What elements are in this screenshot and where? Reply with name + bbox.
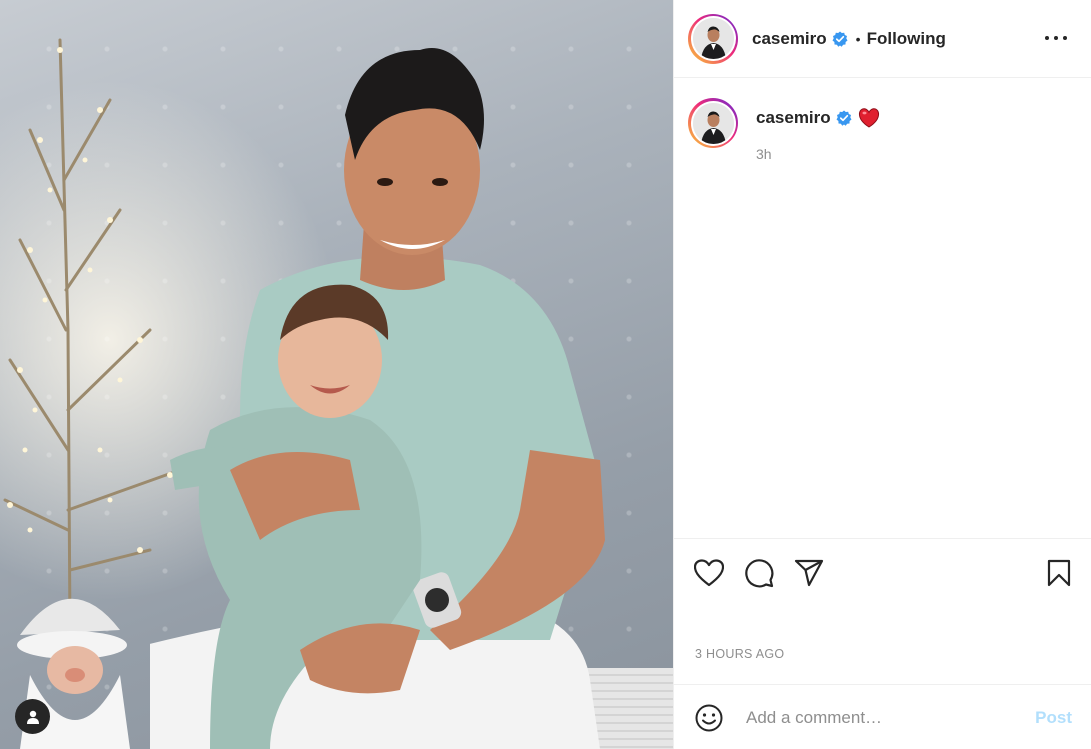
user-silhouette-icon bbox=[26, 710, 39, 724]
post-photo[interactable] bbox=[0, 0, 673, 749]
author-avatar-ring[interactable] bbox=[688, 13, 738, 64]
verified-badge-icon bbox=[836, 110, 852, 126]
verified-badge-icon bbox=[832, 31, 848, 47]
caption-avatar-ring[interactable] bbox=[688, 98, 738, 148]
author-username[interactable]: casemiro bbox=[752, 29, 827, 49]
paper-plane-icon[interactable] bbox=[794, 558, 824, 588]
post-comment-button[interactable]: Post bbox=[1035, 708, 1072, 728]
more-options-icon[interactable] bbox=[1045, 28, 1067, 48]
comment-form: Post bbox=[674, 684, 1091, 749]
post-caption: casemiro 3h bbox=[688, 98, 880, 162]
speech-bubble-icon[interactable] bbox=[744, 558, 774, 588]
profile-photo-man-in-suit-icon bbox=[692, 102, 734, 144]
post-details-panel: casemiro • Following casemiro 3h 3 HOURS… bbox=[673, 0, 1091, 749]
separator-dot: • bbox=[855, 30, 861, 47]
caption-username[interactable]: casemiro bbox=[756, 108, 831, 128]
post-header: casemiro • Following bbox=[674, 0, 1091, 78]
smiley-emoji-icon[interactable] bbox=[694, 703, 724, 733]
post-actions bbox=[674, 538, 1091, 609]
man-holding-baby bbox=[150, 48, 605, 749]
caption-relative-time[interactable]: 3h bbox=[756, 146, 880, 162]
tagged-account-badge[interactable] bbox=[15, 699, 50, 734]
red-heart-emoji-icon bbox=[858, 108, 880, 128]
comment-input[interactable] bbox=[744, 706, 1018, 729]
avatar bbox=[692, 102, 734, 144]
post-timestamp[interactable]: 3 HOURS AGO bbox=[695, 647, 784, 661]
heart-outline-icon[interactable] bbox=[694, 558, 724, 588]
profile-photo-man-in-suit-icon bbox=[692, 18, 734, 59]
bookmark-icon[interactable] bbox=[1044, 558, 1074, 588]
instagram-post-modal: casemiro • Following casemiro 3h 3 HOURS… bbox=[0, 0, 1091, 749]
following-button[interactable]: Following bbox=[867, 29, 946, 49]
avatar bbox=[692, 18, 734, 59]
